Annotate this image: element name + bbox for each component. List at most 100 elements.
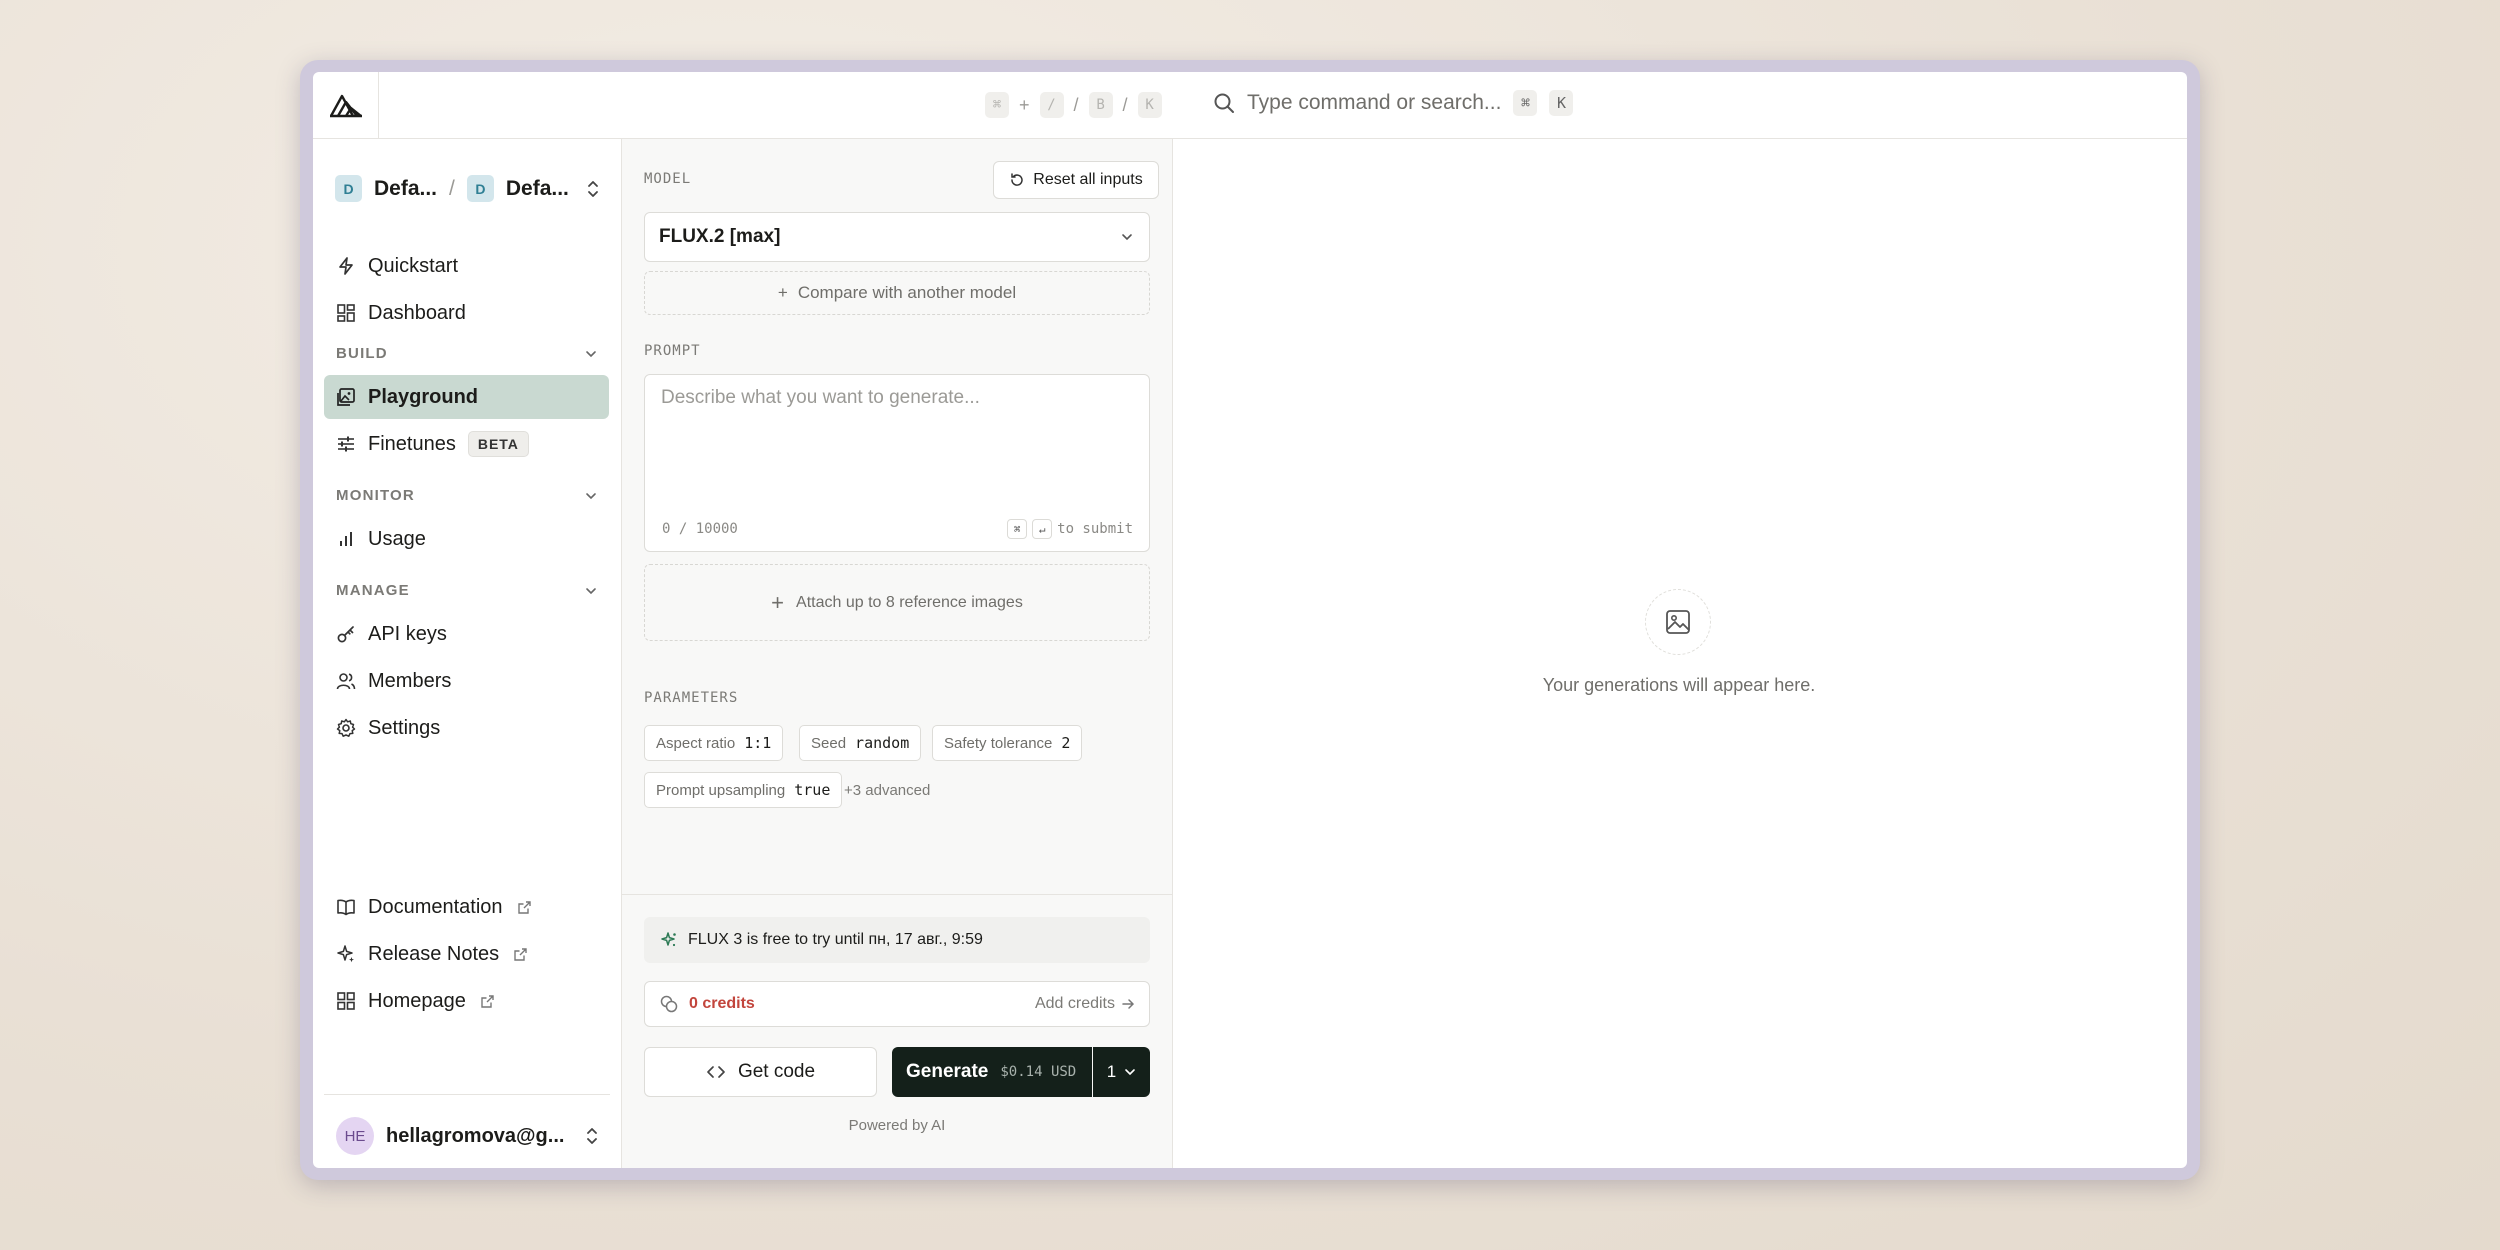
attach-reference-images[interactable]: + Attach up to 8 reference images [644,564,1150,641]
section-title: BUILD [336,345,388,362]
submit-key: ↵ [1032,519,1053,539]
image-icon [337,388,355,406]
empty-state-text: Your generations will appear here. [1542,675,1816,695]
sidebar-link-homepage[interactable]: Homepage [324,979,609,1023]
chevron-down-icon[interactable] [584,347,598,361]
sidebar-item-settings[interactable]: Settings [324,706,609,750]
sidebar-item-label: API keys [368,622,447,645]
generation-count: 1 [1106,1062,1117,1081]
bar-chart-icon [340,532,352,546]
sidebar: D Defa... / D Defa... Quickstart Dashboa… [313,139,622,1168]
gear-icon [336,718,356,737]
promo-banner: FLUX 3 is free to try until пн, 17 авг.,… [644,917,1150,963]
external-link-icon [514,947,527,961]
empty-state-image [1645,589,1711,655]
search-placeholder[interactable]: Type command or search... [1247,91,1501,115]
chevron-down-icon [1122,234,1132,241]
generate-button[interactable]: Generate $0.14 USD [892,1047,1092,1097]
search-shortcut-key: ⌘ [1513,90,1538,116]
model-value: FLUX.2 [max] [659,226,781,247]
coins-icon [660,995,678,1013]
generation-count-select[interactable]: 1 [1093,1047,1150,1097]
chevron-down-icon[interactable] [584,584,598,598]
generate-label: Generate [906,1061,989,1082]
user-menu[interactable]: HE hellagromova@g... [336,1117,600,1155]
sliders-icon [338,436,354,452]
image-icon [1666,610,1690,634]
submit-hint-text: to submit [1057,521,1133,537]
sidebar-link-documentation[interactable]: Documentation [324,885,609,929]
project-avatar: D [466,175,494,202]
prompt-input[interactable] [661,387,1131,507]
sidebar-item-finetunes[interactable]: Finetunes BETA [324,422,609,466]
submit-hint: ⌘ ↵ to submit [1007,519,1133,539]
compare-model-button[interactable]: + Compare with another model [644,271,1150,315]
submit-key: ⌘ [1007,519,1028,539]
section-manage[interactable]: MANAGE [336,582,598,599]
credits-value: 0 credits [689,995,755,1012]
parameters-label: PARAMETERS [644,690,739,706]
param-value: 1:1 [744,734,772,752]
model-label: MODEL [644,171,692,187]
reset-all-inputs-button[interactable]: Reset all inputs [993,161,1159,199]
panel-divider [622,894,1172,895]
sidebar-item-quickstart[interactable]: Quickstart [324,244,609,288]
model-select[interactable]: FLUX.2 [max] [644,212,1150,262]
bolt-icon [339,257,353,275]
param-aspect-ratio[interactable]: Aspect ratio 1:1 [644,725,784,761]
sidebar-item-label: Usage [368,527,426,550]
powered-by: Powered by AI [848,1117,946,1134]
sidebar-item-api-keys[interactable]: API keys [324,612,609,656]
param-seed[interactable]: Seed random [799,725,922,761]
promo-text: FLUX 3 is free to try until пн, 17 авг.,… [688,931,983,948]
org-project-switcher[interactable]: D Defa... / D Defa... [335,175,601,202]
get-code-button[interactable]: Get code [644,1047,877,1097]
sidebar-item-label: Homepage [368,989,466,1012]
code-icon [707,1066,725,1078]
app-window: ⌘ + / / B / K Type command or search... … [313,72,2187,1168]
advanced-params-link[interactable]: +3 advanced [844,782,930,799]
sidebar-link-release-notes[interactable]: Release Notes [324,932,609,976]
chevron-down-icon[interactable] [584,489,598,503]
section-monitor[interactable]: MONITOR [336,487,598,504]
key-icon [337,626,354,643]
param-prompt-upsampling[interactable]: Prompt upsampling true [644,772,843,808]
generation-panel: MODEL Reset all inputs FLUX.2 [max] + Co… [622,139,1173,1168]
add-credits-label: Add credits [1034,995,1115,1012]
param-safety-tolerance[interactable]: Safety tolerance 2 [932,725,1083,761]
attach-label: Attach up to 8 reference images [796,593,1023,611]
sidebar-item-playground[interactable]: Playground [324,375,609,419]
breadcrumb-separator: / [449,176,455,200]
avatar: HE [336,1117,374,1155]
sidebar-divider [324,1094,610,1095]
section-build[interactable]: BUILD [336,345,598,362]
sidebar-item-label: Members [368,669,452,692]
sparkle-icon [661,932,676,947]
sidebar-item-members[interactable]: Members [324,659,609,703]
project-name[interactable]: Defa... [506,177,569,201]
chevron-updown-icon[interactable] [585,178,601,200]
chevron-updown-icon[interactable] [584,1125,600,1147]
grid-icon [337,992,355,1010]
prompt-char-counter: 0 / 10000 [662,521,738,537]
external-link-icon [481,994,494,1008]
sidebar-item-label: Dashboard [368,301,466,324]
shortcut-plus: + [1019,94,1030,115]
add-credits-link[interactable]: Add credits [1035,995,1135,1013]
plus-icon: + [777,283,788,302]
get-code-label: Get code [737,1061,816,1082]
sidebar-item-label: Playground [368,385,479,408]
beta-badge: BETA [467,431,529,457]
shortcut-key: K [1137,92,1162,118]
sidebar-item-dashboard[interactable]: Dashboard [324,291,609,335]
chevron-down-icon [1125,1069,1136,1076]
logo[interactable] [313,72,379,138]
param-name: Safety tolerance [944,734,1053,752]
user-email: hellagromova@g... [386,1124,565,1147]
org-name[interactable]: Defa... [374,177,437,201]
sidebar-item-usage[interactable]: Usage [324,517,609,561]
shortcut-key: ⌘ [985,92,1009,118]
param-name: Prompt upsampling [656,781,786,799]
param-name: Aspect ratio [656,734,736,752]
command-search[interactable]: Type command or search... ⌘ K [1213,90,1574,116]
